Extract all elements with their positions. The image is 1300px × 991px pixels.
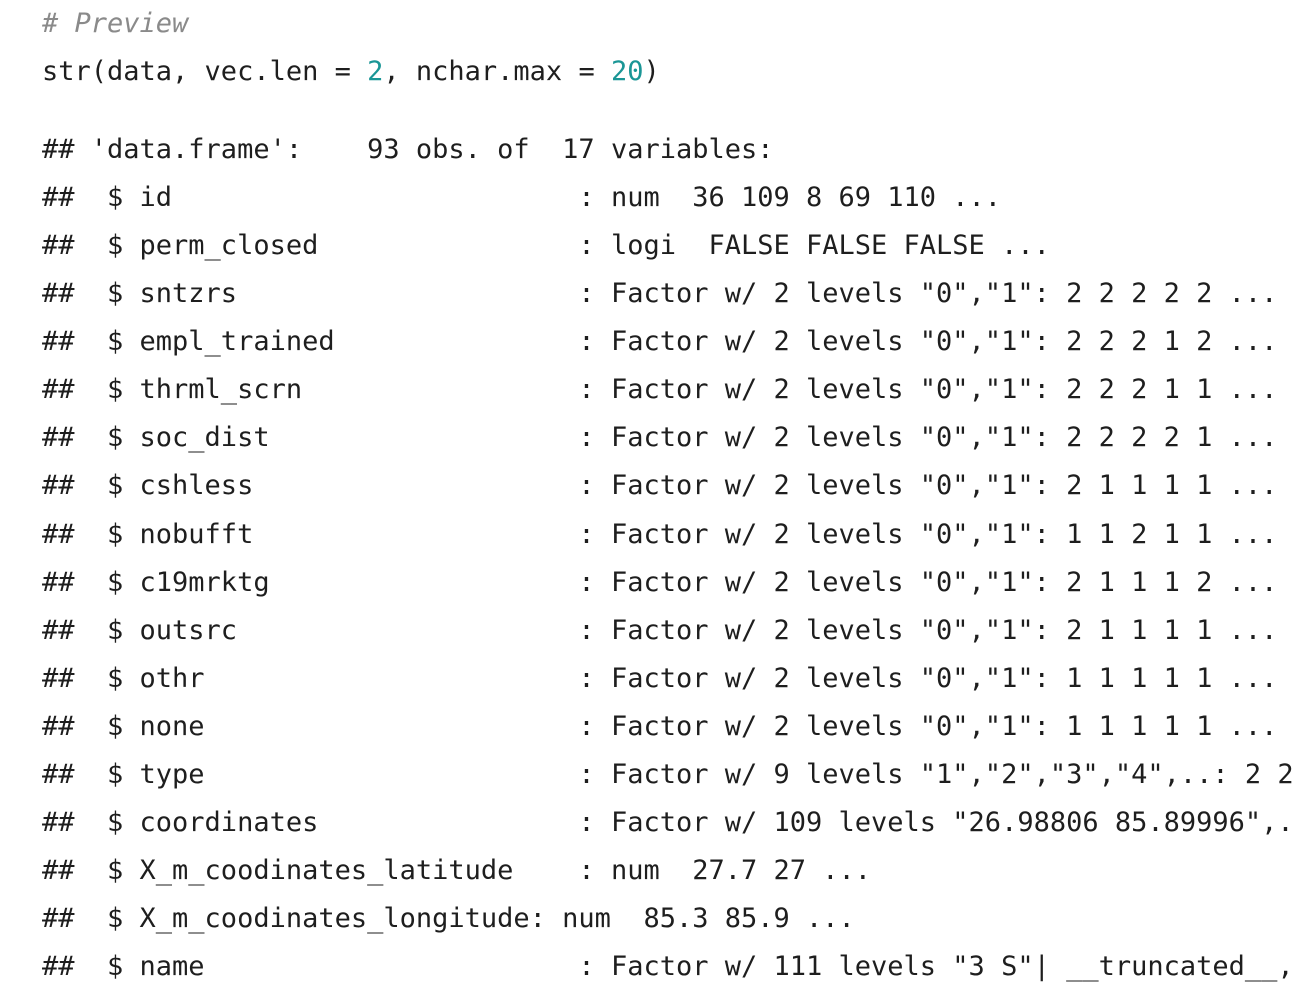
code-arg-nchar-max: 20 (610, 56, 644, 87)
output-row: ## $ X_m_coodinates_longitude: num 85.3 … (42, 903, 855, 934)
output-row: ## $ type : Factor w/ 9 levels "1","2","… (42, 759, 1300, 790)
code-comment: # Preview (42, 8, 189, 39)
code-call-prefix: str(data, vec.len = (42, 56, 368, 87)
output-row: ## $ none : Factor w/ 2 levels "0","1": … (42, 711, 1278, 742)
output-row: ## $ nobufft : Factor w/ 2 levels "0","1… (42, 519, 1278, 550)
code-line: str(data, vec.len = 2, nchar.max = 20) (42, 48, 1300, 96)
code-call-suffix: ) (643, 56, 660, 87)
code-call-middle: , nchar.max = (383, 56, 611, 87)
output-row: ## $ thrml_scrn : Factor w/ 2 levels "0"… (42, 374, 1278, 405)
output-row: ## $ soc_dist : Factor w/ 2 levels "0","… (42, 422, 1278, 453)
output-row: ## $ coordinates : Factor w/ 109 levels … (42, 807, 1300, 838)
code-arg-vec-len: 2 (367, 56, 384, 87)
output-row: ## $ outsrc : Factor w/ 2 levels "0","1"… (42, 615, 1278, 646)
output-row: ## $ id : num 36 109 8 69 110 ... (42, 182, 1002, 213)
output-row: ## $ X_m_coodinates_latitude : num 27.7 … (42, 855, 872, 886)
output-row: ## $ empl_trained : Factor w/ 2 levels "… (42, 326, 1278, 357)
output-row: ## $ sntzrs : Factor w/ 2 levels "0","1"… (42, 278, 1278, 309)
output-header: ## 'data.frame': 93 obs. of 17 variables… (42, 134, 774, 165)
output-row: ## $ perm_closed : logi FALSE FALSE FALS… (42, 230, 1050, 261)
output-row: ## $ cshless : Factor w/ 2 levels "0","1… (42, 470, 1278, 501)
output-row: ## $ name : Factor w/ 111 levels "3 S"| … (42, 951, 1300, 982)
output-row: ## $ othr : Factor w/ 2 levels "0","1": … (42, 663, 1278, 694)
output-row: ## $ c19mrktg : Factor w/ 2 levels "0","… (42, 567, 1278, 598)
